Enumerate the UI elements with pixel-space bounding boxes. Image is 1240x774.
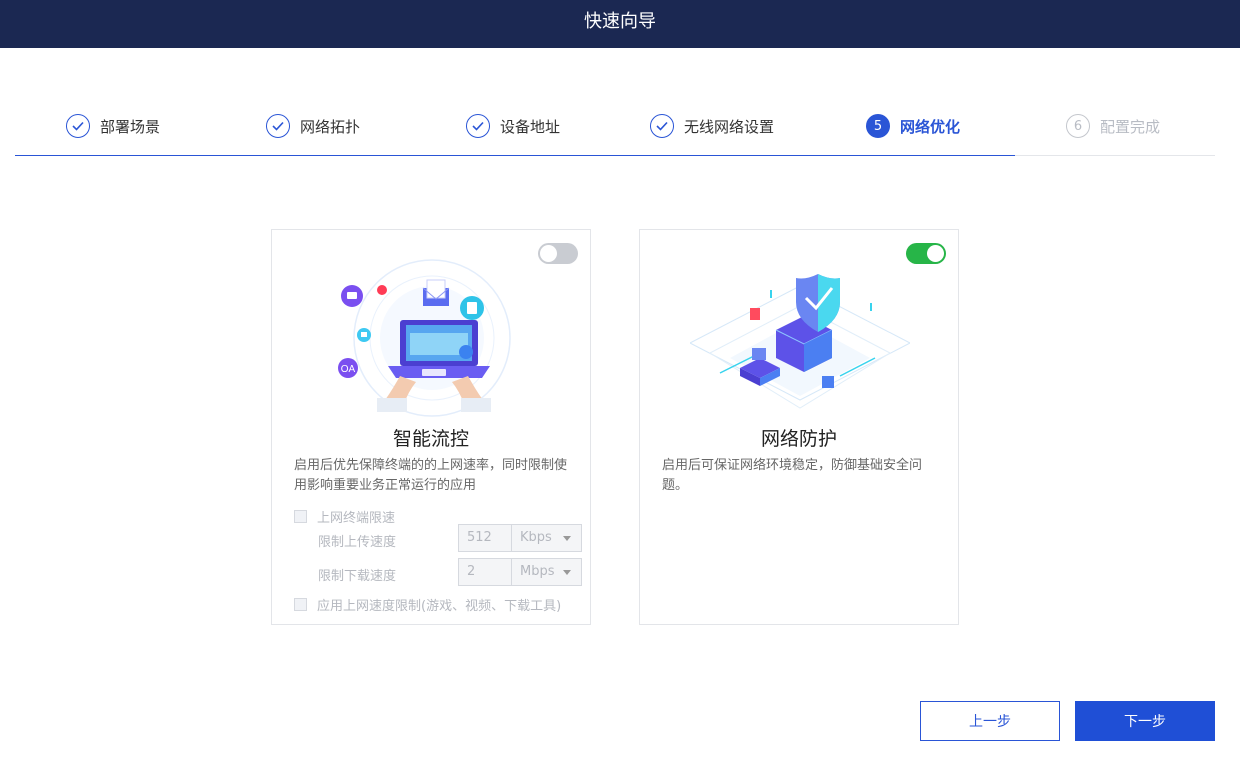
flow-control-card: OA 智能流控 启用后优先保障终端的的上网速率，同时限制使用影响重要业务正常运行… [271, 229, 591, 625]
step-label: 网络拓扑 [300, 117, 361, 136]
network-protection-illustration [690, 274, 910, 409]
check-icon [66, 114, 90, 138]
prev-step-button[interactable]: 上一步 [920, 701, 1060, 741]
download-unit-value: Mbps [520, 564, 555, 579]
chevron-down-icon [563, 536, 571, 541]
upload-speed-input[interactable]: 512 [458, 524, 512, 552]
network-protection-toggle[interactable] [906, 243, 946, 264]
card-title: 智能流控 [392, 428, 469, 450]
card-description: 启用后可保证网络环境稳定，防御基础安全问题。 [662, 458, 923, 493]
card-description: 启用后优先保障终端的的上网速率，同时限制使用影响重要业务正常运行的应用 [294, 458, 568, 493]
upload-limit-label: 限制上传速度 [318, 535, 397, 550]
download-speed-input[interactable]: 2 [458, 558, 512, 586]
step-number: 6 [1066, 114, 1090, 138]
step-network-topology[interactable]: 网络拓扑 [266, 114, 360, 138]
step-deploy-scene[interactable]: 部署场景 [66, 114, 160, 138]
svg-text:OA: OA [341, 364, 356, 375]
step-wireless-settings[interactable]: 无线网络设置 [650, 114, 774, 138]
app-limit-checkbox[interactable] [294, 598, 307, 611]
flow-control-illustration: OA [338, 259, 511, 417]
check-icon [466, 114, 490, 138]
wizard-steps: 部署场景 网络拓扑 设备地址 无线网络设置 5 网络优化 6 配置完成 [15, 104, 1215, 156]
steps-progress-line [15, 155, 1015, 156]
mail-icon [422, 279, 450, 306]
network-protection-card: 网络防护 启用后可保证网络环境稳定，防御基础安全问题。 [639, 229, 959, 625]
step-config-complete: 6 配置完成 [1066, 114, 1160, 138]
step-number: 5 [866, 114, 890, 138]
next-step-button[interactable]: 下一步 [1075, 701, 1215, 741]
toggle-knob [540, 245, 557, 262]
upload-unit-value: Kbps [520, 530, 552, 545]
download-limit-label: 限制下载速度 [318, 569, 397, 584]
app-limit-label: 应用上网速度限制(游戏、视频、下载工具) [317, 599, 562, 614]
step-label: 配置完成 [1100, 117, 1161, 136]
chevron-down-icon [563, 570, 571, 575]
terminal-limit-label: 上网终端限速 [317, 511, 396, 526]
step-device-address[interactable]: 设备地址 [466, 114, 560, 138]
download-unit-select[interactable]: Mbps [511, 558, 582, 586]
step-label: 无线网络设置 [684, 117, 775, 136]
upload-unit-select[interactable]: Kbps [511, 524, 582, 552]
step-network-optimization[interactable]: 5 网络优化 [866, 114, 960, 138]
step-label: 设备地址 [500, 117, 561, 136]
step-label: 网络优化 [900, 117, 961, 136]
toggle-knob [927, 245, 944, 262]
flow-control-toggle[interactable] [538, 243, 578, 264]
terminal-limit-option[interactable]: 上网终端限速 [294, 507, 395, 526]
step-label: 部署场景 [100, 117, 161, 136]
terminal-limit-checkbox[interactable] [294, 510, 307, 523]
check-icon [650, 114, 674, 138]
wizard-title: 快速向导 [0, 0, 1240, 48]
check-icon [266, 114, 290, 138]
card-title: 网络防护 [760, 428, 837, 450]
app-limit-option[interactable]: 应用上网速度限制(游戏、视频、下载工具) [294, 595, 561, 614]
